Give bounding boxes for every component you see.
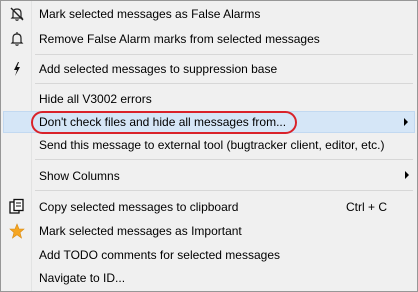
menu-item-label: Mark selected messages as False Alarms [39,7,261,21]
menu-item-mark-important[interactable]: Mark selected messages as Important [3,220,415,242]
menu-item-label: Show Columns [39,169,120,183]
lightning-icon [5,58,29,80]
menu-item-remove-false-alarm-marks[interactable]: Remove False Alarm marks from selected m… [3,28,415,50]
bell-icon [5,28,29,50]
menu-item-label: Hide all V3002 errors [39,92,152,106]
menu-item-label: Remove False Alarm marks from selected m… [39,32,320,46]
menu-item-label: Navigate to ID... [39,271,126,285]
menu-item-label: Don't check files and hide all messages … [39,115,287,129]
menu-item-show-columns[interactable]: Show Columns [3,165,415,187]
menu-item-label: Add TODO comments for selected messages [39,248,280,262]
bell-off-icon [5,3,29,25]
menu-item-navigate-to-id[interactable]: Navigate to ID... [3,267,415,289]
menu-item-copy-to-clipboard[interactable]: Copy selected messages to clipboard Ctrl… [3,196,415,218]
star-icon [5,220,29,242]
menu-separator [35,190,413,191]
menu-separator [35,159,413,160]
menu-item-mark-false-alarms[interactable]: Mark selected messages as False Alarms [3,3,415,25]
submenu-arrow-icon [404,118,408,126]
menu-separator [35,83,413,84]
context-menu: Mark selected messages as False Alarms R… [0,0,418,292]
submenu-arrow-icon [405,171,409,179]
menu-item-dont-check-files[interactable]: Don't check files and hide all messages … [3,111,415,133]
menu-separator [35,54,413,55]
shortcut-text: Ctrl + C [346,200,388,214]
menu-item-add-todo-comments[interactable]: Add TODO comments for selected messages [3,244,415,266]
menu-item-add-to-suppression-base[interactable]: Add selected messages to suppression bas… [3,58,415,80]
menu-item-label: Send this message to external tool (bugt… [39,138,385,152]
menu-item-hide-all-v3002[interactable]: Hide all V3002 errors [3,88,415,110]
menu-item-send-to-external-tool[interactable]: Send this message to external tool (bugt… [3,134,415,156]
menu-item-label: Add selected messages to suppression bas… [39,62,278,76]
menu-item-label: Copy selected messages to clipboard [39,200,239,214]
menu-item-label: Mark selected messages as Important [39,224,242,238]
copy-icon [5,196,29,218]
